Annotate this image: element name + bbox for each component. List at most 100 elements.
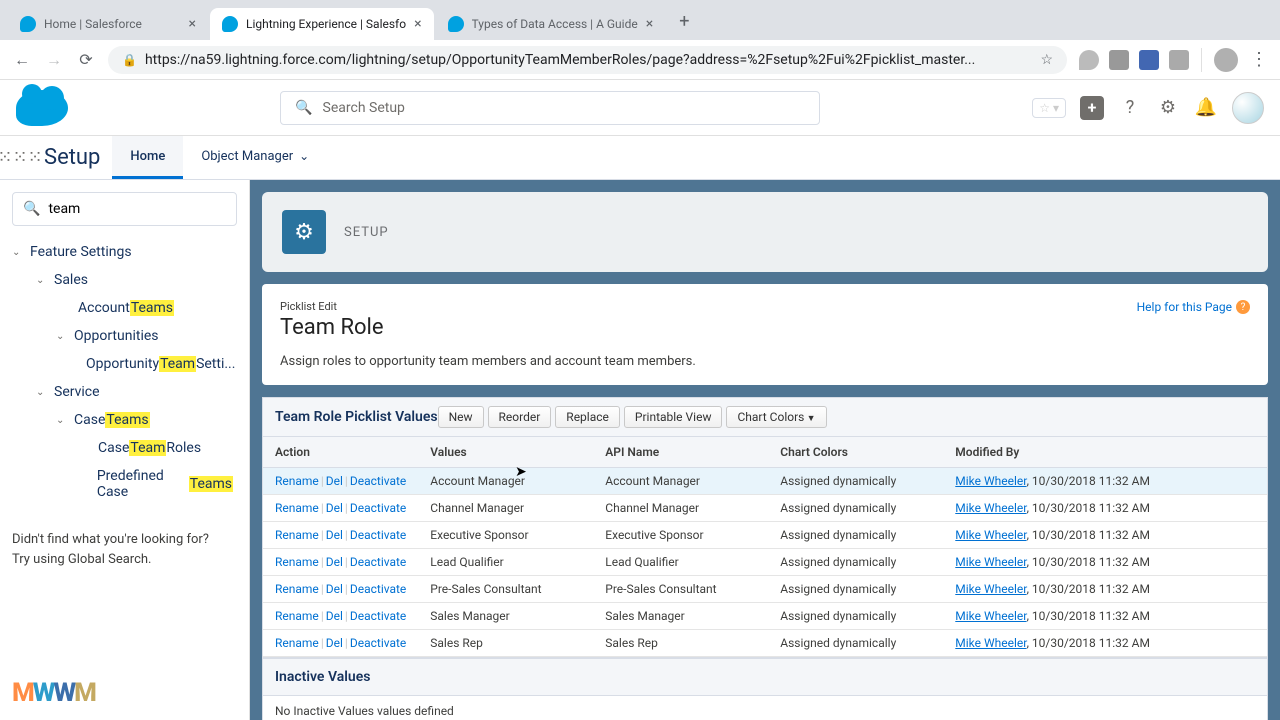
- user-link[interactable]: Mike Wheeler: [955, 474, 1026, 488]
- rename-link[interactable]: Rename: [275, 582, 319, 596]
- rename-link[interactable]: Rename: [275, 555, 319, 569]
- salesforce-header: 🔍 Search Setup ☆ ▾ + ? ⚙ 🔔: [0, 80, 1280, 136]
- extension-icons: [1079, 50, 1189, 70]
- back-icon[interactable]: ←: [12, 50, 32, 70]
- del-link[interactable]: Del: [326, 501, 343, 515]
- del-link[interactable]: Del: [326, 609, 343, 623]
- setup-banner: ⚙ SETUP: [262, 192, 1268, 272]
- tree-opportunity-team-settings[interactable]: Opportunity Team Setti...: [12, 350, 237, 378]
- tree-opportunities[interactable]: ⌄Opportunities: [12, 322, 237, 350]
- deactivate-link[interactable]: Deactivate: [350, 582, 406, 596]
- nav-tab-home[interactable]: Home: [112, 136, 183, 179]
- setup-banner-label: SETUP: [344, 225, 389, 240]
- close-icon[interactable]: ×: [189, 16, 196, 32]
- nav-tab-object-manager[interactable]: Object Manager⌄: [183, 136, 327, 179]
- rename-link[interactable]: Rename: [275, 501, 319, 515]
- tree-predefined-case-teams[interactable]: Predefined Case Teams: [12, 462, 237, 506]
- new-tab-button[interactable]: +: [667, 3, 701, 40]
- global-search[interactable]: 🔍 Search Setup: [280, 91, 820, 125]
- new-button[interactable]: New: [438, 406, 484, 428]
- quick-find[interactable]: 🔍: [12, 192, 237, 226]
- setup-tree: ⌄Feature Settings ⌄Sales Account Teams ⌄…: [12, 238, 237, 506]
- favorites-button[interactable]: ☆ ▾: [1032, 98, 1066, 118]
- tab-title: Lightning Experience | Salesfo: [246, 17, 406, 31]
- deactivate-link[interactable]: Deactivate: [350, 609, 406, 623]
- cell-color: Assigned dynamically: [768, 576, 943, 603]
- col-modified-by: Modified By: [943, 437, 1267, 468]
- browser-tab[interactable]: Home | Salesforce ×: [8, 8, 208, 40]
- address-bar[interactable]: 🔒 https://na59.lightning.force.com/light…: [108, 46, 1067, 74]
- user-avatar[interactable]: [1232, 92, 1264, 124]
- extension-icon[interactable]: [1169, 50, 1189, 70]
- forward-icon[interactable]: →: [44, 50, 64, 70]
- tree-account-teams[interactable]: Account Teams: [12, 294, 237, 322]
- table-row: Rename|Del|DeactivateSales ManagerSales …: [263, 603, 1267, 630]
- star-icon[interactable]: ☆: [1040, 52, 1053, 68]
- add-icon[interactable]: +: [1080, 96, 1104, 120]
- cell-value: Sales Manager: [418, 603, 593, 630]
- search-icon: 🔍: [23, 201, 40, 217]
- user-link[interactable]: Mike Wheeler: [955, 555, 1026, 569]
- setup-label: Setup: [40, 145, 112, 170]
- app-launcher-icon[interactable]: ⁙⁙⁙: [0, 147, 40, 168]
- printable-view-button[interactable]: Printable View: [624, 406, 723, 428]
- gear-icon[interactable]: ⚙: [1156, 96, 1180, 120]
- cell-color: Assigned dynamically: [768, 603, 943, 630]
- quick-find-input[interactable]: [48, 201, 226, 217]
- del-link[interactable]: Del: [326, 636, 343, 650]
- salesforce-logo[interactable]: [16, 90, 68, 126]
- cell-value: Channel Manager: [418, 495, 593, 522]
- tree-case-team-roles[interactable]: Case Team Roles: [12, 434, 237, 462]
- extension-icon[interactable]: [1139, 50, 1159, 70]
- tree-case-teams[interactable]: ⌄Case Teams: [12, 406, 237, 434]
- extension-icon[interactable]: [1109, 50, 1129, 70]
- close-icon[interactable]: ×: [414, 16, 421, 32]
- rename-link[interactable]: Rename: [275, 474, 319, 488]
- bell-icon[interactable]: 🔔: [1194, 96, 1218, 120]
- cell-color: Assigned dynamically: [768, 549, 943, 576]
- user-link[interactable]: Mike Wheeler: [955, 582, 1026, 596]
- tree-service[interactable]: ⌄Service: [12, 378, 237, 406]
- help-icon: ?: [1236, 300, 1250, 314]
- del-link[interactable]: Del: [326, 474, 343, 488]
- menu-icon[interactable]: ⋮: [1250, 49, 1268, 70]
- page-title: Team Role: [280, 315, 384, 340]
- extension-icon[interactable]: [1079, 50, 1099, 70]
- reload-icon[interactable]: ⟳: [76, 50, 96, 70]
- col-chart-colors: Chart Colors: [768, 437, 943, 468]
- setup-sidebar: 🔍 ⌄Feature Settings ⌄Sales Account Teams…: [0, 180, 250, 720]
- del-link[interactable]: Del: [326, 582, 343, 596]
- reorder-button[interactable]: Reorder: [488, 406, 552, 428]
- salesforce-favicon: [448, 16, 464, 32]
- picklist-table: Team Role Picklist Values New Reorder Re…: [262, 397, 1268, 720]
- rename-link[interactable]: Rename: [275, 636, 319, 650]
- browser-tab[interactable]: Types of Data Access | A Guide ×: [436, 8, 666, 40]
- deactivate-link[interactable]: Deactivate: [350, 501, 406, 515]
- deactivate-link[interactable]: Deactivate: [350, 555, 406, 569]
- tree-sales[interactable]: ⌄Sales: [12, 266, 237, 294]
- tree-feature-settings[interactable]: ⌄Feature Settings: [12, 238, 237, 266]
- browser-tab-active[interactable]: Lightning Experience | Salesfo ×: [210, 8, 434, 40]
- chart-colors-button[interactable]: Chart Colors: [726, 406, 826, 428]
- user-link[interactable]: Mike Wheeler: [955, 609, 1026, 623]
- replace-button[interactable]: Replace: [555, 406, 620, 428]
- user-link[interactable]: Mike Wheeler: [955, 528, 1026, 542]
- salesforce-favicon: [222, 16, 238, 32]
- del-link[interactable]: Del: [326, 555, 343, 569]
- deactivate-link[interactable]: Deactivate: [350, 636, 406, 650]
- lock-icon: 🔒: [122, 53, 137, 67]
- rename-link[interactable]: Rename: [275, 528, 319, 542]
- user-link[interactable]: Mike Wheeler: [955, 501, 1026, 515]
- help-icon[interactable]: ?: [1118, 96, 1142, 120]
- help-link[interactable]: Help for this Page ?: [1137, 300, 1250, 314]
- close-icon[interactable]: ×: [646, 16, 653, 32]
- deactivate-link[interactable]: Deactivate: [350, 474, 406, 488]
- deactivate-link[interactable]: Deactivate: [350, 528, 406, 542]
- del-link[interactable]: Del: [326, 528, 343, 542]
- user-link[interactable]: Mike Wheeler: [955, 636, 1026, 650]
- profile-avatar[interactable]: [1214, 48, 1238, 72]
- table-title: Team Role Picklist Values: [275, 409, 438, 425]
- rename-link[interactable]: Rename: [275, 609, 319, 623]
- search-icon: 🔍: [295, 100, 312, 116]
- cell-color: Assigned dynamically: [768, 522, 943, 549]
